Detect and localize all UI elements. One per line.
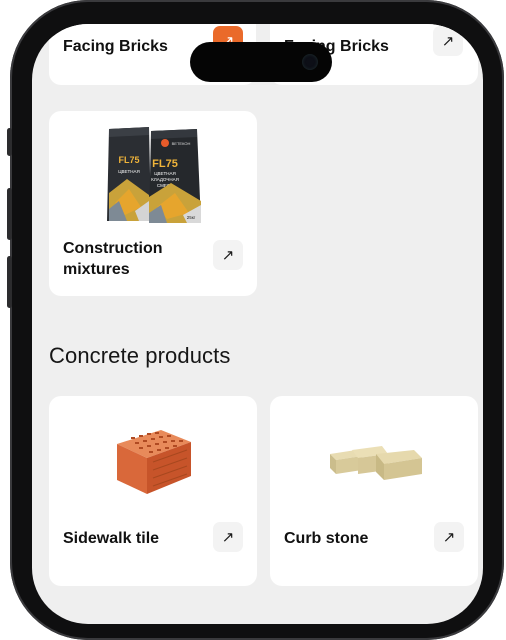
section-title: Concrete products (49, 343, 231, 368)
volume-down-button (7, 256, 12, 308)
card-title: Curb stone (284, 530, 369, 547)
app-screen: Facing Bricks ↗ Facing Bricks ↗ FL75 ЦВЕ… (32, 24, 483, 624)
bag-code-front: FL75 (152, 158, 178, 170)
dynamic-island (190, 42, 332, 82)
action-button (7, 128, 12, 156)
arrow-up-right-icon: ↗ (221, 247, 235, 264)
open-arrow-button[interactable]: ↗ (213, 522, 243, 552)
ceramic-block-image (117, 430, 191, 494)
bag-weight: 25кг (187, 215, 196, 220)
bag-line2-front: КЛАДОЧНАЯ (151, 177, 179, 182)
product-card-sidewalk-tile[interactable]: Sidewalk tile ↗ (49, 396, 257, 586)
arrow-up-right-icon: ↗ (221, 529, 235, 546)
volume-up-button (7, 188, 12, 240)
open-arrow-button[interactable]: ↗ (434, 522, 464, 552)
open-arrow-button[interactable]: ↗ (213, 240, 243, 270)
card-title: Construction mixtures (63, 240, 163, 278)
open-arrow-button[interactable]: ↗ (433, 26, 463, 56)
mixture-bags-image: FL75 ЦВЕТНАЯ ВЕТЕКОН FL75 ЦВЕТНАЯ КЛАДОЧ… (107, 127, 201, 223)
bag-code: FL75 (118, 155, 139, 165)
bag-brand: ВЕТЕКОН (172, 141, 191, 146)
bag-line1: ЦВЕТНАЯ (118, 169, 140, 174)
card-title: Facing Bricks (63, 38, 168, 55)
bag-line1-front: ЦВЕТНАЯ (154, 171, 176, 176)
front-camera-icon (302, 54, 318, 70)
arrow-up-right-icon: ↗ (441, 33, 455, 50)
product-card-curb-stone[interactable]: Curb stone ↗ (270, 396, 478, 586)
paving-stones-image (330, 446, 422, 480)
card-title: Sidewalk tile (63, 530, 160, 547)
category-card-construction-mixtures[interactable]: FL75 ЦВЕТНАЯ ВЕТЕКОН FL75 ЦВЕТНАЯ КЛАДОЧ… (49, 111, 257, 296)
arrow-up-right-icon: ↗ (442, 529, 456, 546)
